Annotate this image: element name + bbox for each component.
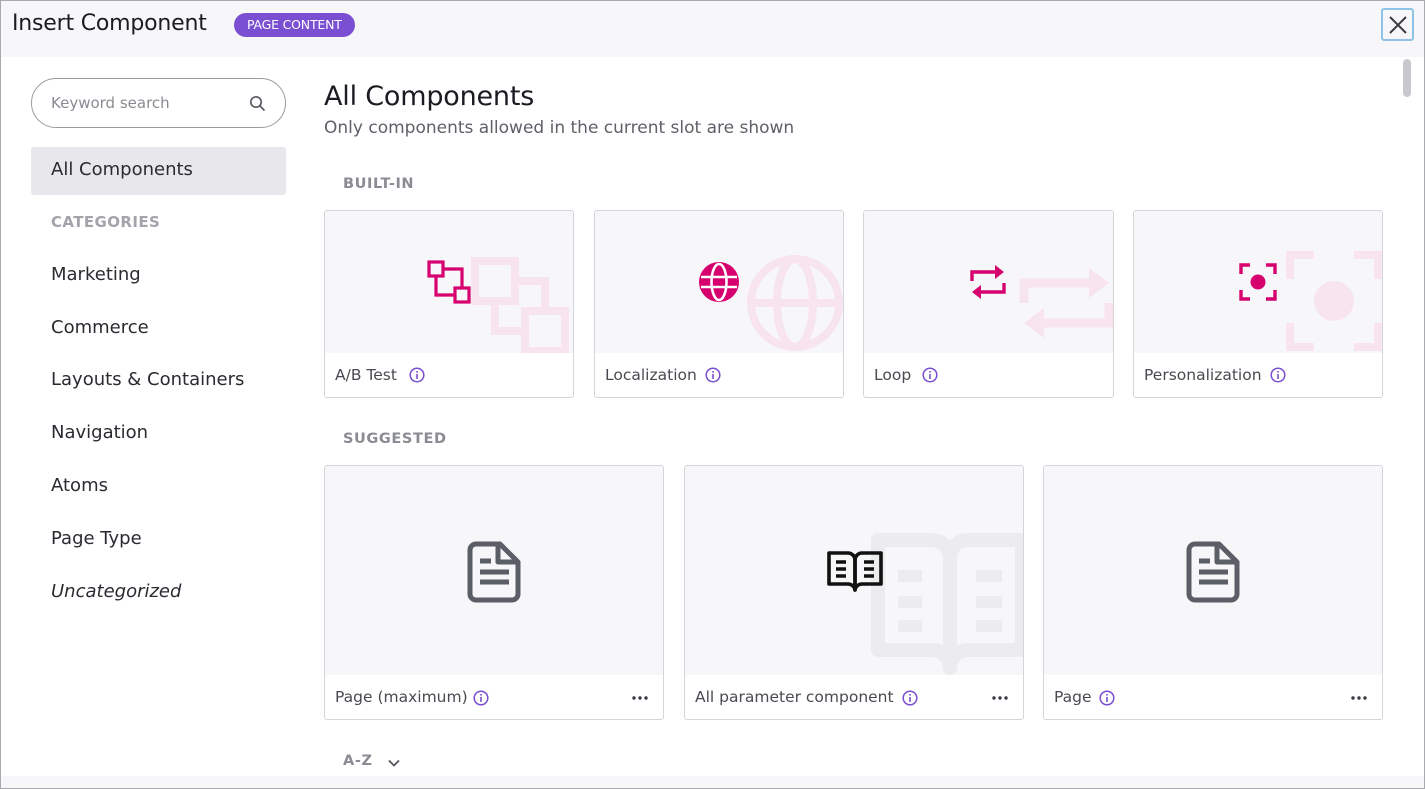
insert-component-dialog: Insert Component PAGE CONTENT All Compon… (0, 0, 1425, 789)
info-icon[interactable] (922, 367, 938, 383)
loop-icon (970, 265, 1006, 299)
sidebar-item-all-components[interactable]: All Components (31, 147, 286, 195)
personalization-icon (1239, 263, 1277, 301)
chevron-down-icon[interactable] (386, 755, 402, 771)
dialog-body: All Components CATEGORIES Marketing Comm… (1, 57, 1424, 776)
close-icon (1388, 15, 1407, 34)
card-thumbnail (685, 466, 1023, 675)
personalization-watermark-icon (1286, 251, 1382, 351)
component-card-page-maximum[interactable]: Page (maximum) (324, 465, 664, 720)
card-label: Personalization (1144, 366, 1262, 384)
sidebar-item-uncategorized[interactable]: Uncategorized (51, 581, 181, 602)
sidebar-item-marketing[interactable]: Marketing (51, 264, 141, 285)
component-card-page[interactable]: Page (1043, 465, 1383, 720)
scrollbar-thumb[interactable] (1403, 59, 1411, 97)
sidebar-item-navigation[interactable]: Navigation (51, 422, 148, 443)
ab-test-watermark-icon (471, 257, 569, 353)
ab-test-icon (427, 260, 471, 304)
card-label: Page (1054, 688, 1092, 706)
document-icon (1186, 541, 1240, 603)
book-watermark-icon (871, 533, 1023, 675)
globe-watermark-icon (747, 255, 843, 351)
info-icon[interactable] (1270, 367, 1286, 383)
card-thumbnail (864, 211, 1113, 353)
card-thumbnail (595, 211, 843, 353)
more-options-icon[interactable] (991, 695, 1009, 701)
card-label: Localization (605, 366, 697, 384)
search-box[interactable] (31, 78, 286, 128)
dialog-title: Insert Component (12, 11, 207, 36)
document-icon (467, 541, 521, 603)
card-label: A/B Test (335, 366, 397, 384)
card-thumbnail (1044, 466, 1382, 675)
component-card-loop[interactable]: Loop (863, 210, 1114, 398)
sidebar-item-atoms[interactable]: Atoms (51, 475, 108, 496)
info-icon[interactable] (705, 367, 721, 383)
az-heading[interactable]: A-Z (343, 753, 373, 769)
component-card-ab-test[interactable]: A/B Test (324, 210, 574, 398)
card-label: All parameter component (695, 688, 894, 706)
card-thumbnail (325, 211, 573, 353)
sidebar-item-commerce[interactable]: Commerce (51, 317, 149, 338)
search-icon[interactable] (249, 95, 266, 112)
info-icon[interactable] (409, 367, 425, 383)
sidebar-item-label: All Components (51, 159, 193, 180)
card-label: Page (maximum) (335, 688, 468, 706)
categories-heading: CATEGORIES (51, 213, 161, 231)
info-icon[interactable] (473, 690, 489, 706)
search-input[interactable] (51, 92, 241, 114)
info-icon[interactable] (902, 690, 918, 706)
dialog-header: Insert Component PAGE CONTENT (1, 1, 1424, 57)
component-card-personalization[interactable]: Personalization (1133, 210, 1383, 398)
component-card-all-parameter[interactable]: All parameter component (684, 465, 1024, 720)
suggested-heading: SUGGESTED (343, 431, 447, 447)
loop-watermark-icon (1019, 268, 1113, 338)
page-subtitle: Only components allowed in the current s… (324, 118, 795, 138)
info-icon[interactable] (1099, 690, 1115, 706)
page-content-badge: PAGE CONTENT (234, 13, 355, 37)
card-thumbnail (1134, 211, 1382, 353)
card-label: Loop (874, 366, 912, 384)
close-button[interactable] (1381, 8, 1414, 41)
more-options-icon[interactable] (1350, 695, 1368, 701)
globe-icon (699, 262, 739, 302)
component-card-localization[interactable]: Localization (594, 210, 844, 398)
sidebar-item-page-type[interactable]: Page Type (51, 528, 142, 549)
book-icon (827, 551, 883, 592)
page-title: All Components (324, 81, 535, 112)
built-in-heading: BUILT-IN (343, 176, 415, 192)
sidebar-item-layouts-containers[interactable]: Layouts & Containers (51, 369, 244, 390)
more-options-icon[interactable] (631, 695, 649, 701)
card-thumbnail (325, 466, 663, 675)
